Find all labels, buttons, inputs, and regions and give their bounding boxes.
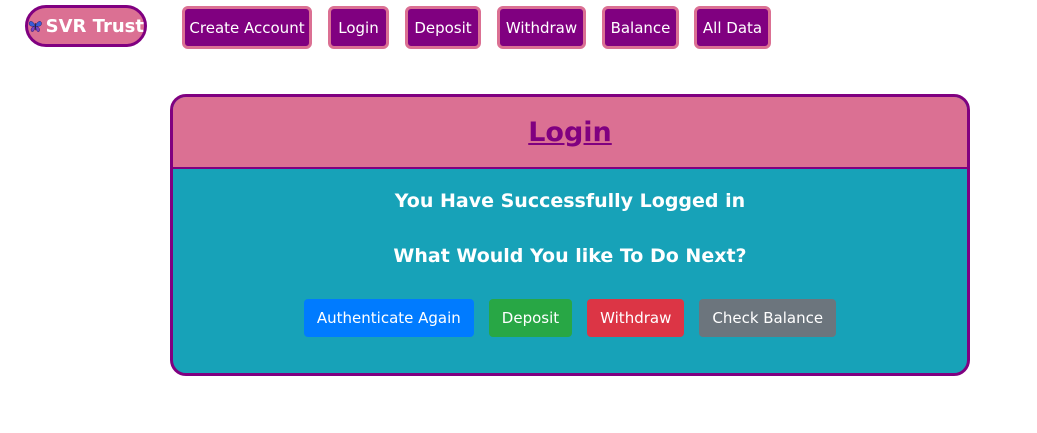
card-body: You Have Successfully Logged in What Wou… [173, 169, 967, 337]
brand-label: SVR Trust [45, 15, 144, 37]
nav-balance[interactable]: Balance [602, 6, 679, 49]
success-message: You Have Successfully Logged in [394, 190, 746, 212]
nav-create-account[interactable]: Create Account [182, 6, 312, 49]
withdraw-button[interactable]: Withdraw [587, 299, 685, 337]
action-buttons: Authenticate Again Deposit Withdraw Chec… [173, 299, 967, 337]
nav-all-data[interactable]: All Data [694, 6, 771, 49]
navbar: SVR Trust Create Account Login Deposit W… [0, 0, 1037, 56]
login-card: Login You Have Successfully Logged in Wh… [170, 94, 970, 376]
brand-link[interactable]: SVR Trust [25, 5, 147, 47]
deposit-button[interactable]: Deposit [488, 299, 573, 337]
card-title: Login [528, 116, 612, 148]
card-header: Login [173, 97, 967, 169]
nav-deposit[interactable]: Deposit [405, 6, 481, 49]
authenticate-again-button[interactable]: Authenticate Again [303, 299, 474, 337]
next-step-prompt: What Would You like To Do Next? [393, 245, 747, 267]
nav-login[interactable]: Login [328, 6, 389, 49]
nav-withdraw[interactable]: Withdraw [497, 6, 586, 49]
check-balance-button[interactable]: Check Balance [699, 299, 837, 337]
butterfly-icon [28, 21, 42, 32]
